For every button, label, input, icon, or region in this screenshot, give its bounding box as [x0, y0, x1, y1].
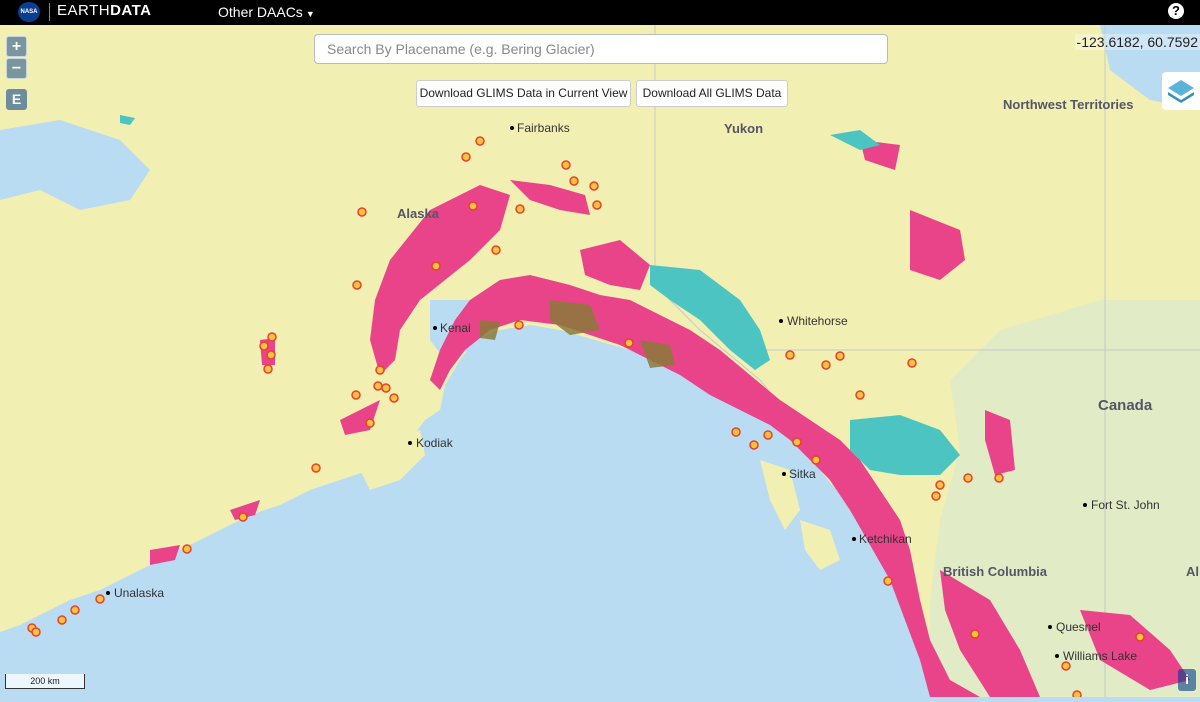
earthdata-brand[interactable]: EARTHDATA	[57, 2, 152, 19]
place-dot-unalaska	[106, 591, 110, 595]
place-label-ketchikan: Ketchikan	[859, 532, 912, 546]
place-dot-kenai	[433, 326, 437, 330]
place-dot-kodiak	[408, 441, 412, 445]
other-daacs-menu[interactable]: Other DAACs ▼	[218, 4, 315, 20]
place-dot-williams-lake	[1055, 654, 1059, 658]
place-dot-fort-st-john	[1083, 503, 1087, 507]
scale-bar: 200 km	[5, 674, 85, 689]
place-label-fairbanks: Fairbanks	[517, 121, 570, 135]
place-label-unalaska: Unalaska	[114, 586, 164, 600]
brand-earth: EARTH	[57, 2, 111, 19]
question-circle-icon[interactable]: ?	[1168, 3, 1184, 19]
place-label-british-columbia: British Columbia	[943, 564, 1048, 579]
place-dot-sitka	[782, 472, 786, 476]
place-label-williams-lake: Williams Lake	[1063, 649, 1137, 663]
nasa-logo[interactable]: NASA	[18, 2, 40, 22]
info-button[interactable]: i	[1178, 669, 1196, 691]
placename-search-input[interactable]	[314, 34, 888, 64]
download-all-button[interactable]: Download All GLIMS Data	[636, 80, 788, 107]
coordinate-readout: -123.6182, 60.7592	[1074, 34, 1200, 50]
layers-button[interactable]	[1162, 72, 1200, 110]
brand-data: DATA	[110, 2, 152, 19]
place-dot-ketchikan	[852, 537, 856, 541]
land-layer	[0, 25, 1200, 697]
top-navbar: NASA EARTHDATA Other DAACs ▼ ?	[0, 0, 1200, 25]
download-current-view-button[interactable]: Download GLIMS Data in Current View	[416, 80, 631, 107]
place-label-fort-st-john: Fort St. John	[1091, 498, 1160, 512]
place-dot-quesnel	[1048, 625, 1052, 629]
map-canvas[interactable]: Fairbanks Yukon Northwest Territories Al…	[0, 25, 1200, 700]
place-label-kodiak: Kodiak	[416, 436, 454, 450]
place-label-al: Al	[1186, 564, 1199, 579]
layers-icon	[1168, 80, 1194, 103]
other-daacs-label: Other DAACs	[218, 4, 303, 20]
place-dot-fairbanks	[510, 126, 514, 130]
zoom-out-button[interactable]: −	[6, 58, 27, 79]
zoom-to-extent-button[interactable]: E	[6, 89, 27, 110]
place-label-yukon: Yukon	[724, 121, 763, 136]
zoom-in-button[interactable]: +	[6, 36, 27, 57]
place-label-whitehorse: Whitehorse	[787, 314, 848, 328]
place-label-quesnel: Quesnel	[1056, 620, 1101, 634]
place-label-sitka: Sitka	[789, 467, 816, 481]
place-label-northwest-territories: Northwest Territories	[1003, 97, 1134, 112]
caret-down-icon: ▼	[305, 9, 315, 19]
place-label-kenai: Kenai	[440, 321, 471, 335]
logo-divider	[49, 3, 50, 21]
place-label-alaska: Alaska	[397, 206, 440, 221]
place-label-canada: Canada	[1098, 397, 1153, 414]
place-dot-whitehorse	[779, 319, 783, 323]
